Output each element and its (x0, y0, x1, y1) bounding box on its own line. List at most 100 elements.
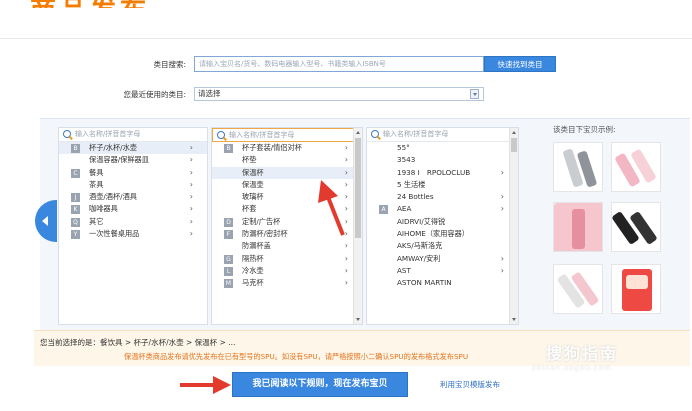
scroll-up-icon[interactable] (512, 131, 516, 134)
category-item[interactable]: F 防漏杯/密封杯 › (212, 228, 362, 240)
category-item-label: AEA (397, 204, 412, 214)
category-item-label: 杯子/水杯/水壶 (89, 143, 137, 152)
template-publish-link[interactable]: 利用宝贝模版发布 (440, 379, 500, 390)
chevron-right-icon: › (344, 192, 348, 202)
chevron-right-icon: › (344, 167, 348, 177)
category-item[interactable]: 3543 (367, 154, 518, 166)
category-item-label: 酒壶/酒杯/酒具 (89, 192, 137, 202)
category-item[interactable]: Y 一次性餐桌用品 › (59, 228, 207, 240)
category-item[interactable]: M 马克杯 › (212, 277, 362, 289)
category-item[interactable]: 5 生活楼 (367, 179, 518, 191)
column-1-search[interactable]: 输入名称/拼音首字母 (59, 128, 207, 142)
category-item[interactable]: ASTON MARTIN (367, 277, 518, 289)
category-item[interactable]: A AEA › (367, 203, 518, 215)
category-item[interactable]: J 酒壶/酒杯/酒具 › (59, 191, 207, 203)
quick-find-button[interactable]: 快速找到类目 (484, 56, 556, 72)
arrow-right-annotation-icon (180, 376, 231, 394)
column-search-placeholder: 输入名称/拼音首字母 (75, 130, 141, 138)
header-divider (0, 38, 692, 39)
chevron-right-icon: › (344, 278, 348, 288)
scroll-thumb[interactable] (511, 138, 517, 152)
category-item-label: 1938 I RPOLOCLUB (397, 167, 471, 177)
column-2-scrollbar[interactable] (353, 128, 362, 324)
example-image[interactable] (611, 202, 661, 252)
recent-category-select[interactable]: 请选择 (194, 87, 484, 101)
category-item-label: 杯垫 (242, 155, 257, 165)
chevron-right-icon: › (500, 192, 504, 202)
category-item[interactable]: AIHOME（家用容器） (367, 228, 518, 240)
example-image[interactable] (553, 202, 603, 252)
column-search-placeholder: 输入名称/拼音首字母 (229, 131, 295, 139)
column-3-list: 55° 3543 1938 I RPOLOCLUB › 5 生活楼 24 Bottles ›… (367, 142, 518, 290)
category-item-label: 隔热杯 (242, 253, 264, 263)
chevron-down-icon[interactable] (470, 89, 479, 99)
category-item-label: AIHOME（家用容器） (397, 229, 469, 239)
chevron-right-icon: › (344, 216, 348, 226)
publish-page: 商品发布 类目搜索: 请输入宝贝名/货号、数码电器输入型号、书籍类输入ISBN号… (0, 0, 692, 411)
index-letter: F (224, 230, 233, 240)
index-letter: B (224, 144, 233, 153)
scroll-up-icon[interactable] (356, 131, 360, 134)
column-2-search[interactable]: 输入名称/拼音首字母 (212, 128, 362, 142)
category-column-1: 输入名称/拼音首字母 B 杯子/水杯/水壶 › 保温容器/保鲜器皿 › C 餐具 › 茶具 › J 酒… (58, 127, 208, 325)
index-letter: B (71, 144, 80, 153)
category-item[interactable]: C 餐具 › (59, 167, 207, 179)
category-item[interactable]: L 冷水壶 › (212, 265, 362, 277)
index-letter: G (224, 254, 233, 264)
example-image[interactable] (553, 264, 603, 314)
category-item[interactable]: 保温容器/保鲜器皿 › (59, 154, 207, 166)
chevron-right-icon: › (500, 167, 504, 177)
category-column-3: 输入名称/拼音首字母 55° 3543 1938 I RPOLOCLUB › 5 生活楼… (366, 127, 519, 325)
category-search-input[interactable]: 请输入宝贝名/货号、数码电器输入型号、书籍类输入ISBN号 (194, 56, 484, 72)
category-item[interactable]: AKS/马斯洛克 (367, 240, 518, 252)
category-item[interactable]: B 杯子套装/情侣对杯 › (212, 142, 362, 154)
chevron-right-icon: › (344, 155, 348, 165)
index-letter: J (71, 193, 80, 203)
column-3-scrollbar[interactable] (509, 128, 518, 324)
column-3-search[interactable]: 输入名称/拼音首字母 (367, 128, 518, 142)
chevron-right-icon: › (189, 216, 193, 226)
category-item-label: AMWAY/安利 (397, 253, 441, 263)
category-item-label: 保温杯 (242, 167, 264, 177)
scroll-down-icon[interactable] (512, 318, 516, 321)
category-item[interactable]: 保温壶 › (212, 179, 362, 191)
chevron-right-icon: › (500, 204, 504, 214)
category-item[interactable]: 杯套 › (212, 203, 362, 215)
chevron-right-icon: › (344, 253, 348, 263)
category-item[interactable]: 茶具 › (59, 179, 207, 191)
category-item[interactable]: Q 其它 › (59, 216, 207, 228)
example-preview: 该类目下宝贝示例: (541, 118, 676, 330)
scroll-down-icon[interactable] (356, 318, 360, 321)
scroll-left-button[interactable] (35, 200, 57, 242)
index-letter: A (379, 205, 388, 215)
category-item[interactable]: 1938 I RPOLOCLUB › (367, 167, 518, 179)
category-item[interactable]: 55° (367, 142, 518, 154)
example-image[interactable] (611, 264, 661, 314)
search-icon (63, 130, 71, 138)
recent-label: 您最近使用的类目: (123, 90, 186, 99)
category-item[interactable]: 杯垫 › (212, 154, 362, 166)
recent-select-value: 请选择 (198, 89, 221, 98)
category-item[interactable]: B 杯子/水杯/水壶 › (59, 142, 207, 155)
category-item[interactable]: AMWAY/安利 › (367, 253, 518, 265)
example-image[interactable] (553, 142, 603, 192)
publish-button[interactable]: 我已阅读以下规则，现在发布宝贝 (232, 372, 408, 397)
category-item-label: 其它 (89, 216, 104, 226)
category-item-label: 防漏杯盖 (242, 241, 271, 251)
category-item[interactable]: 玻璃杯 › (212, 191, 362, 203)
chevron-right-icon: › (189, 179, 193, 189)
category-item[interactable]: G 隔热杯 › (212, 253, 362, 265)
scroll-thumb[interactable] (355, 138, 361, 238)
category-item-label: 5 生活楼 (397, 179, 426, 189)
category-item[interactable]: AST › (367, 265, 518, 277)
category-item[interactable]: 保温杯 › (212, 166, 362, 179)
example-image[interactable] (611, 142, 661, 192)
category-item-label: 24 Bottles (397, 192, 434, 202)
chevron-right-icon: › (344, 229, 348, 239)
category-item[interactable]: AIDRVI/艾得锐 (367, 216, 518, 228)
category-item[interactable]: D 定制/广告杯 › (212, 216, 362, 228)
category-item[interactable]: 24 Bottles › (367, 191, 518, 203)
chevron-right-icon: › (344, 265, 348, 275)
category-item[interactable]: 防漏杯盖 › (212, 240, 362, 252)
category-item[interactable]: K 咖啡器具 › (59, 203, 207, 215)
